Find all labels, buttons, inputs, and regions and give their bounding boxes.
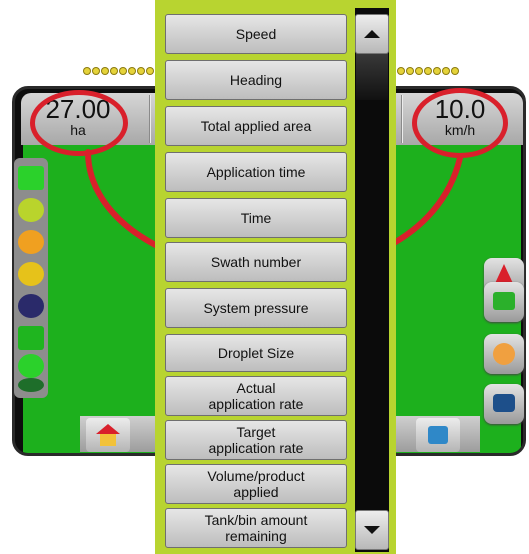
scroll-up-button[interactable] — [355, 14, 389, 54]
option-droplet-size[interactable]: Droplet Size — [165, 334, 347, 372]
option-tank-bin-amount-remaining[interactable]: Tank/bin amount remaining — [165, 508, 347, 548]
option-target-application-rate[interactable]: Target application rate — [165, 420, 347, 460]
option-time[interactable]: Time — [165, 198, 347, 238]
triangle-down-icon — [364, 526, 380, 534]
option-total-applied-area[interactable]: Total applied area — [165, 106, 347, 146]
option-actual-application-rate[interactable]: Actual application rate — [165, 376, 347, 416]
scroll-down-button[interactable] — [355, 510, 389, 550]
scroll-thumb[interactable] — [356, 52, 388, 100]
option-swath-number[interactable]: Swath number — [165, 242, 347, 282]
option-application-time[interactable]: Application time — [165, 152, 347, 192]
display-options-list: Speed Heading Total applied area Applica… — [161, 8, 353, 552]
option-heading[interactable]: Heading — [165, 60, 347, 100]
option-speed[interactable]: Speed — [165, 14, 347, 54]
option-system-pressure[interactable]: System pressure — [165, 288, 347, 328]
option-volume-product-applied[interactable]: Volume/product applied — [165, 464, 347, 504]
triangle-up-icon — [364, 30, 380, 38]
